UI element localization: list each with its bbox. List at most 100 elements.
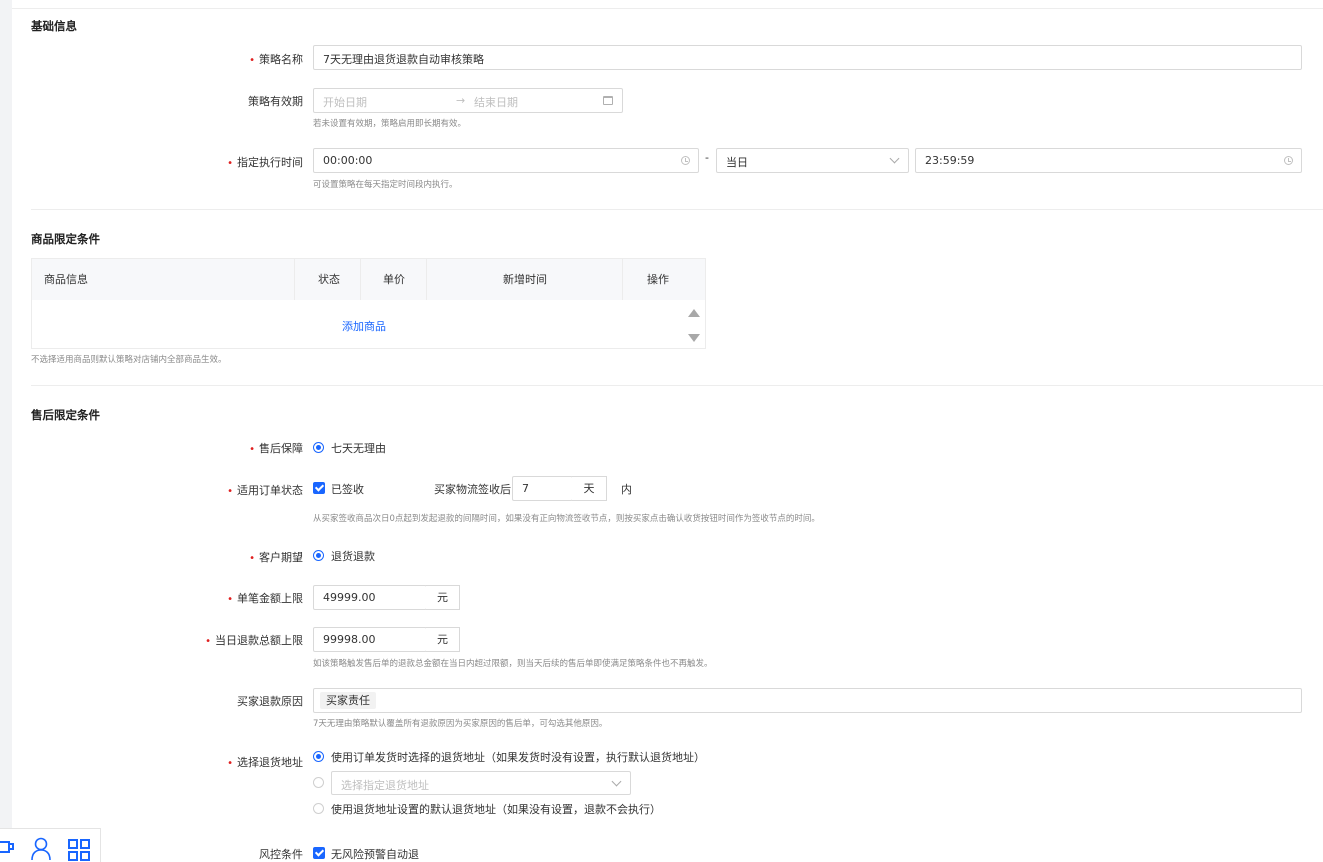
user-icon[interactable] <box>30 837 52 861</box>
end-time-picker[interactable]: 23:59:59 <box>915 148 1302 173</box>
validity-label-text: 策略有效期 <box>248 95 303 108</box>
section-title-aftersale: 售后限定条件 <box>31 408 100 422</box>
required-mark: • <box>227 758 233 769</box>
risk-option[interactable]: 无风险预警自动退 <box>331 846 419 862</box>
days-input[interactable]: 7 <box>512 476 573 501</box>
start-date-placeholder[interactable]: 开始日期 <box>323 94 367 110</box>
expectation-option[interactable]: 退货退款 <box>331 548 375 564</box>
day-select[interactable]: 当日 <box>716 148 909 173</box>
strategy-name-label-text: 策略名称 <box>259 53 303 66</box>
scroll-up-icon[interactable] <box>688 309 700 317</box>
risk-label-text: 风控条件 <box>259 848 303 861</box>
required-mark: • <box>249 55 255 66</box>
daily-limit-help: 如该策略触发售后单的退款总金额在当日内超过限额，则当天后续的售后单即使满足策略条… <box>313 659 713 669</box>
required-mark: • <box>249 444 255 455</box>
risk-label: 风控条件 <box>259 846 303 862</box>
cup-icon[interactable] <box>0 839 16 859</box>
single-limit-label-text: 单笔金额上限 <box>237 592 303 605</box>
address-option-order[interactable]: 使用订单发货时选择的退货地址（如果发货时没有设置，执行默认退货地址） <box>331 749 705 765</box>
left-sidebar-strip <box>0 0 12 862</box>
daily-limit-input[interactable]: 99998.00 <box>313 627 427 652</box>
clock-icon <box>1284 156 1293 165</box>
range-arrow: → <box>456 94 466 107</box>
reason-select[interactable]: 买家责任 <box>313 688 1302 713</box>
strategy-name-label: • 策略名称 <box>249 51 303 67</box>
guarantee-radio[interactable] <box>313 442 324 453</box>
column-separator <box>294 259 295 300</box>
end-time-value: 23:59:59 <box>925 154 975 167</box>
validity-date-range[interactable]: 开始日期 → 结束日期 <box>313 88 623 113</box>
address-radio-order[interactable] <box>313 751 324 762</box>
top-divider <box>12 8 1323 9</box>
clock-icon <box>681 156 690 165</box>
daily-limit-value: 99998.00 <box>323 633 376 646</box>
add-goods-link[interactable]: 添加商品 <box>342 318 386 334</box>
risk-checkbox[interactable] <box>313 847 325 859</box>
within-text: 内 <box>621 483 632 496</box>
required-mark: • <box>227 594 233 605</box>
expectation-label: • 客户期望 <box>249 549 303 565</box>
calendar-icon <box>603 96 613 105</box>
strategy-name-input[interactable]: 7天无理由退货退款自动审核策略 <box>313 45 1302 70</box>
required-mark: • <box>227 486 233 497</box>
single-limit-value: 49999.00 <box>323 591 376 604</box>
exec-time-help: 可设置策略在每天指定时间段内执行。 <box>313 180 458 190</box>
chevron-down-icon <box>889 153 900 164</box>
floating-toolbar <box>0 828 101 862</box>
grid-icon[interactable] <box>68 839 90 861</box>
day-select-value: 当日 <box>726 156 748 169</box>
goods-help: 不选择适用商品则默认策略对店铺内全部商品生效。 <box>31 355 227 365</box>
column-header-goods-info: 商品信息 <box>44 273 88 286</box>
address-select-placeholder: 选择指定退货地址 <box>341 779 429 792</box>
guarantee-option[interactable]: 七天无理由 <box>331 440 386 456</box>
address-label-text: 选择退货地址 <box>237 756 303 769</box>
chevron-down-icon <box>611 776 622 787</box>
column-separator <box>426 259 427 300</box>
goods-table: 商品信息 状态 单价 新增时间 操作 添加商品 <box>31 258 706 349</box>
address-label: • 选择退货地址 <box>227 754 303 770</box>
required-mark: • <box>227 158 233 169</box>
column-header-price: 单价 <box>383 273 405 286</box>
column-header-status: 状态 <box>318 273 340 286</box>
start-time-picker[interactable]: 00:00:00 <box>313 148 699 173</box>
scroll-down-icon[interactable] <box>688 334 700 342</box>
reason-label-text: 买家退款原因 <box>237 695 303 708</box>
guarantee-label-text: 售后保障 <box>259 442 303 455</box>
section-title-basic: 基础信息 <box>31 19 77 33</box>
end-date-placeholder[interactable]: 结束日期 <box>474 94 518 110</box>
exec-time-label-text: 指定执行时间 <box>237 156 303 169</box>
column-separator <box>622 259 623 300</box>
column-separator <box>360 259 361 300</box>
start-time-value: 00:00:00 <box>323 154 373 167</box>
signed-checkbox[interactable] <box>313 482 325 494</box>
guarantee-label: • 售后保障 <box>249 440 303 456</box>
section-title-goods: 商品限定条件 <box>31 232 100 246</box>
daily-limit-unit: 元 <box>426 627 460 652</box>
time-range-dash: - <box>705 151 709 164</box>
address-option-default[interactable]: 使用退货地址设置的默认退货地址（如果没有设置，退款不会执行） <box>331 801 661 817</box>
reason-help: 7天无理由策略默认覆盖所有退款原因为买家原因的售后单，可勾选其他原因。 <box>313 719 608 729</box>
days-value: 7 <box>522 482 529 495</box>
daily-limit-label-text: 当日退款总额上限 <box>215 634 303 647</box>
required-mark: • <box>205 636 211 647</box>
column-header-actions: 操作 <box>647 273 669 286</box>
address-select[interactable]: 选择指定退货地址 <box>331 771 631 795</box>
expectation-radio[interactable] <box>313 550 324 561</box>
order-status-label: • 适用订单状态 <box>227 482 303 498</box>
signed-option[interactable]: 已签收 <box>331 481 364 497</box>
single-limit-input[interactable]: 49999.00 <box>313 585 427 610</box>
address-radio-specified[interactable] <box>313 777 324 788</box>
column-header-added-time: 新增时间 <box>503 273 547 286</box>
goods-table-header: 商品信息 状态 单价 新增时间 操作 <box>32 259 705 300</box>
daily-limit-label: • 当日退款总额上限 <box>205 632 303 648</box>
reason-tag[interactable]: 买家责任 <box>320 692 376 709</box>
order-status-label-text: 适用订单状态 <box>237 484 303 497</box>
logistics-label: 买家物流签收后 <box>434 483 511 496</box>
strategy-name-value: 7天无理由退货退款自动审核策略 <box>323 53 484 66</box>
days-unit: 天 <box>572 476 607 501</box>
order-status-help: 从买家签收商品次日0点起到发起退款的间隔时间，如果没有正向物流签收节点，则按买家… <box>313 514 820 524</box>
single-limit-label: • 单笔金额上限 <box>227 590 303 606</box>
address-radio-default[interactable] <box>313 803 324 814</box>
required-mark: • <box>249 553 255 564</box>
validity-label: 策略有效期 <box>248 93 303 109</box>
